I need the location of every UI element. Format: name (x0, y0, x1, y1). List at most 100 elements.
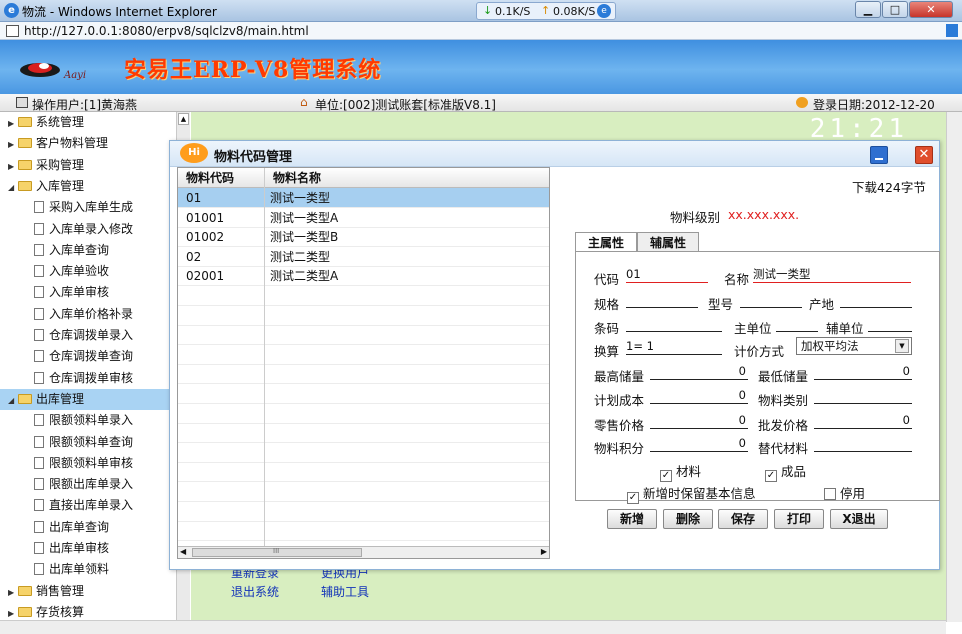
sidebar-item[interactable]: 限额领料单录入 (0, 410, 174, 431)
sidebar-item[interactable]: 出库单审核 (0, 538, 174, 559)
expand-arrow-icon[interactable]: ◢ (8, 177, 18, 198)
sidebar-item[interactable]: 入库单审核 (0, 282, 174, 303)
material-checkbox[interactable]: ✓ 材料 (660, 461, 701, 482)
close-button[interactable]: ✕ (909, 1, 953, 18)
scroll-up-arrow-icon[interactable]: ▲ (178, 113, 189, 125)
collapse-arrow-icon[interactable]: ▶ (8, 134, 18, 155)
sidebar-item[interactable]: ▶ 采购管理 (0, 155, 174, 176)
table-row[interactable] (178, 286, 549, 306)
address-url[interactable]: http://127.0.0.1:8080/erpv8/sqlclzv8/mai… (24, 24, 309, 38)
sidebar-item[interactable]: 限额出库单录入 (0, 474, 174, 495)
compat-view-icon[interactable] (946, 24, 958, 37)
pricing-method-select[interactable]: 加权平均法 ▼ (796, 337, 912, 355)
sidebar-item[interactable]: 入库单录入修改 (0, 219, 174, 240)
table-row[interactable]: 02001 测试二类型A (178, 266, 549, 287)
sidebar-item[interactable]: ◢ 出库管理 (0, 388, 174, 411)
sidebar-item[interactable]: ◢ 入库管理 (0, 176, 174, 197)
sidebar-item[interactable]: 入库单查询 (0, 240, 174, 261)
expand-arrow-icon[interactable]: ◢ (8, 390, 18, 411)
keep-info-checkbox[interactable]: ✓ 新增时保留基本信息 (627, 483, 756, 504)
sidebar-item[interactable]: 限额领料单审核 (0, 453, 174, 474)
sidebar-item[interactable]: ▶ 客户物料管理 (0, 133, 174, 154)
sidebar-item[interactable]: 出库单领料 (0, 559, 174, 580)
category-field[interactable] (814, 388, 912, 404)
substitute-field[interactable] (814, 436, 912, 452)
plan-cost-field[interactable]: 0 (650, 388, 748, 404)
sidebar-item[interactable]: 仓库调拨单审核 (0, 368, 174, 389)
minimize-button[interactable]: ▁ (855, 1, 881, 18)
barcode-field[interactable] (626, 316, 722, 332)
table-row[interactable] (178, 482, 549, 502)
disabled-checkbox[interactable]: 停用 (824, 483, 865, 502)
sidebar-item[interactable]: 出库单查询 (0, 517, 174, 538)
cell-name: 测试二类型A (270, 269, 339, 284)
tab-main-properties[interactable]: 主属性 (575, 232, 637, 252)
table-row[interactable] (178, 384, 549, 404)
sidebar-item[interactable]: 入库单价格补录 (0, 304, 174, 325)
aux-unit-field[interactable] (868, 316, 912, 332)
table-row[interactable] (178, 521, 549, 542)
sidebar-item[interactable]: ▶ 销售管理 (0, 581, 174, 602)
scroll-right-arrow-icon[interactable]: ▶ (541, 547, 547, 556)
spec-field[interactable] (626, 292, 698, 308)
dialog-close-button[interactable]: ✕ (915, 146, 933, 164)
dropdown-arrow-icon[interactable]: ▼ (895, 339, 909, 353)
sidebar-item[interactable]: 限额领料单查询 (0, 432, 174, 453)
name-field[interactable]: 测试一类型 (753, 267, 911, 283)
table-row[interactable] (178, 325, 549, 346)
model-field[interactable] (740, 292, 802, 308)
grid-header-name[interactable]: 物料名称 (264, 168, 549, 188)
sidebar-item[interactable]: 直接出库单录入 (0, 495, 174, 516)
collapse-arrow-icon[interactable]: ▶ (8, 156, 18, 177)
code-field[interactable]: 01 (626, 267, 708, 283)
wholesale-price-field[interactable]: 0 (814, 413, 912, 429)
table-row[interactable] (178, 502, 549, 522)
sidebar-item[interactable]: 入库单验收 (0, 261, 174, 282)
page-vertical-scrollbar[interactable] (946, 112, 962, 622)
sidebar-item[interactable]: 仓库调拨单录入 (0, 325, 174, 346)
sidebar-item[interactable]: ▶ 系统管理 (0, 112, 174, 133)
maximize-button[interactable]: □ (882, 1, 908, 18)
product-checkbox[interactable]: ✓ 成品 (765, 461, 806, 482)
table-row[interactable]: 01 测试一类型 (178, 188, 549, 208)
collapse-arrow-icon[interactable]: ▶ (8, 113, 18, 134)
table-row[interactable] (178, 345, 549, 365)
dialog-minimize-button[interactable] (870, 146, 888, 164)
delete-button[interactable]: 删除 (663, 509, 713, 529)
table-row[interactable]: 01002 测试一类型B (178, 227, 549, 248)
table-row[interactable] (178, 404, 549, 424)
scroll-left-arrow-icon[interactable]: ◀ (180, 547, 186, 556)
convert-field[interactable]: 1= 1 (626, 339, 722, 355)
origin-field[interactable] (840, 292, 912, 308)
grid-horizontal-scrollbar[interactable]: ◀ III ▶ (178, 546, 549, 558)
exit-system-link[interactable]: 退出系统 (231, 583, 279, 600)
sidebar-item[interactable]: 仓库调拨单查询 (0, 346, 174, 367)
save-button[interactable]: 保存 (718, 509, 768, 529)
collapse-arrow-icon[interactable]: ▶ (8, 582, 18, 603)
page-horizontal-scrollbar[interactable] (0, 620, 946, 634)
add-button[interactable]: 新增 (607, 509, 657, 529)
sidebar-item[interactable]: 采购入库单生成 (0, 197, 174, 218)
sidebar-item-label: 出库管理 (36, 391, 85, 406)
retail-price-field[interactable]: 0 (650, 413, 748, 429)
table-row[interactable] (178, 462, 549, 483)
main-unit-field[interactable] (776, 316, 818, 332)
table-row[interactable] (178, 423, 549, 444)
table-row[interactable] (178, 306, 549, 326)
max-stock-field[interactable]: 0 (650, 364, 748, 380)
min-stock-field[interactable]: 0 (814, 364, 912, 380)
table-row[interactable] (178, 443, 549, 463)
table-row[interactable]: 01001 测试一类型A (178, 208, 549, 228)
sidebar-item[interactable]: ▶ 存货核算 (0, 602, 174, 622)
exit-button[interactable]: X退出 (830, 509, 888, 529)
table-row[interactable]: 02 测试二类型 (178, 247, 549, 267)
table-row[interactable] (178, 364, 549, 385)
grid-header-code[interactable]: 物料代码 (178, 168, 264, 188)
points-field[interactable]: 0 (650, 436, 748, 452)
tools-link[interactable]: 辅助工具 (321, 583, 369, 600)
tab-aux-properties[interactable]: 辅属性 (637, 232, 699, 252)
material-checkbox-label: 材料 (676, 464, 702, 479)
print-button[interactable]: 打印 (774, 509, 824, 529)
checkmark-icon: ✓ (765, 470, 777, 482)
material-level-value: xx.xxx.xxx. (728, 207, 800, 222)
